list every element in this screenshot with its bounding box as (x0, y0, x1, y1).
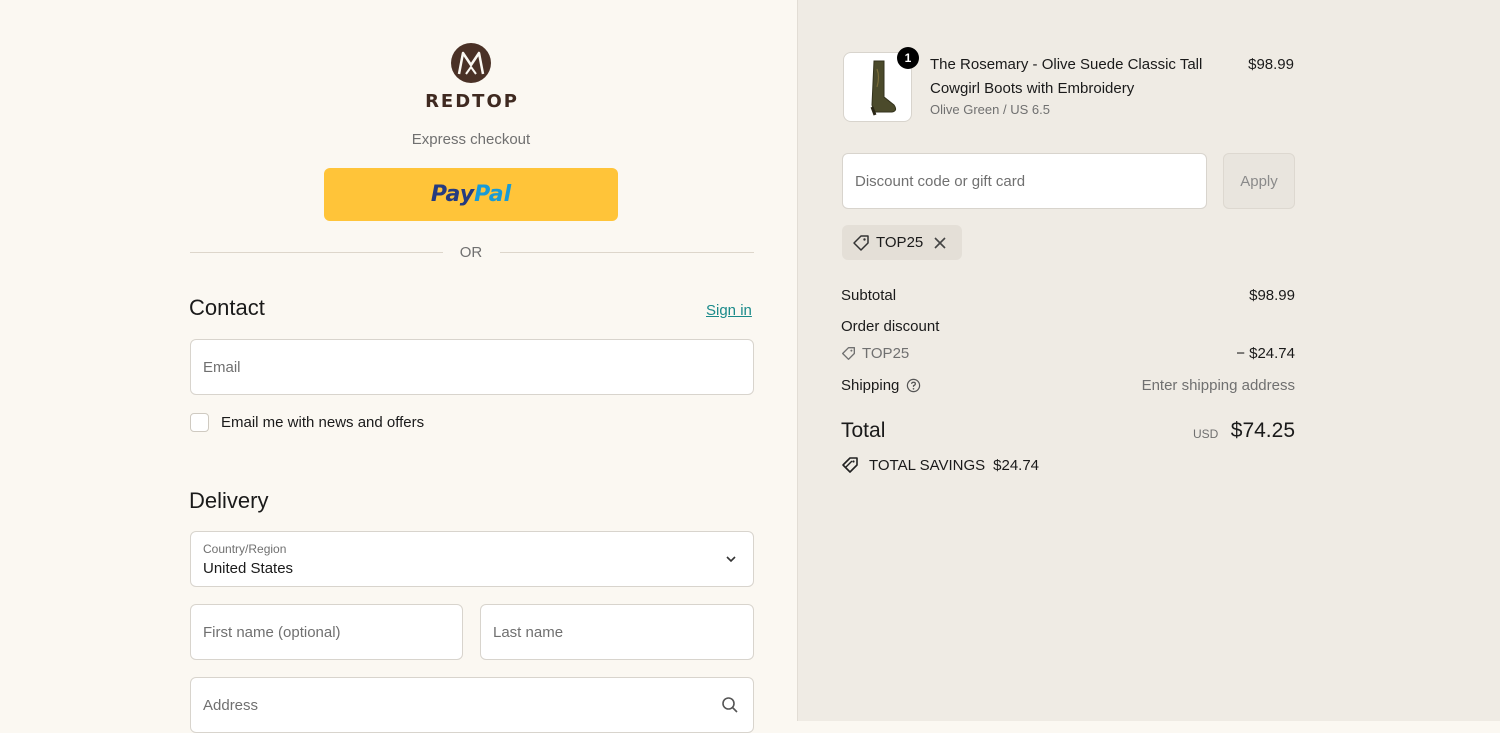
search-icon (721, 696, 739, 718)
remove-discount-close-icon[interactable] (933, 236, 947, 250)
brand-logo-icon[interactable] (451, 43, 491, 83)
savings-tag-icon (841, 456, 861, 474)
discount-code-row: TOP25 − $24.74 (841, 345, 1295, 365)
discount-code-label: TOP25 (862, 345, 910, 362)
address-placeholder: Address (203, 697, 259, 714)
newsletter-label: Email me with news and offers (221, 414, 425, 431)
paypal-button[interactable]: Pay Pal (324, 168, 618, 221)
shipping-label: Shipping (841, 377, 900, 394)
first-name-placeholder: First name (optional) (203, 624, 341, 641)
subtotal-row: Subtotal $98.99 (841, 287, 1295, 304)
subtotal-label: Subtotal (841, 287, 897, 304)
divider-or: OR (459, 244, 483, 261)
order-discount-label: Order discount (841, 318, 940, 335)
apply-discount-button[interactable]: Apply (1223, 153, 1295, 209)
newsletter-checkbox[interactable] (190, 413, 209, 432)
last-name-field[interactable]: Last name (480, 604, 754, 660)
divider-left (190, 252, 443, 253)
help-circle-icon[interactable] (906, 378, 921, 393)
shipping-row: Shipping Enter shipping address (841, 377, 1295, 394)
total-label: Total (841, 419, 886, 442)
contact-heading: Contact (189, 295, 265, 320)
savings-label: TOTAL SAVINGS (869, 456, 986, 474)
last-name-placeholder: Last name (493, 624, 564, 641)
divider-right (500, 252, 754, 253)
applied-discount-chip: TOP25 (842, 225, 962, 260)
product-variant: Olive Green / US 6.5 (930, 102, 1050, 117)
product-price: $98.99 (1248, 56, 1294, 73)
country-value: United States (203, 560, 294, 577)
shipping-value: Enter shipping address (1141, 377, 1295, 394)
email-field[interactable]: Email (190, 339, 754, 395)
email-placeholder: Email (203, 359, 241, 376)
order-discount-row: Order discount (841, 318, 1295, 335)
sign-in-link[interactable]: Sign in (706, 302, 752, 319)
country-select[interactable]: Country/Region United States (190, 531, 754, 587)
product-name: The Rosemary - Olive Suede Classic Tall … (930, 56, 1203, 97)
total-value: $74.25 (1230, 419, 1295, 442)
subtotal-value: $98.99 (1249, 287, 1295, 304)
brand-name[interactable]: REDTOP (415, 91, 529, 112)
address-field[interactable]: Address (190, 677, 754, 733)
tag-icon (852, 234, 870, 252)
quantity-badge: 1 (897, 47, 919, 69)
discount-placeholder: Discount code or gift card (855, 173, 1026, 190)
total-currency: USD (1193, 427, 1219, 441)
chevron-down-icon (725, 552, 737, 569)
express-checkout-label: Express checkout (411, 131, 531, 148)
discount-value: − $24.74 (1236, 345, 1295, 362)
paypal-logo-part1: Pay (430, 182, 475, 207)
discount-code-input[interactable]: Discount code or gift card (842, 153, 1207, 209)
savings-value: $24.74 (993, 456, 1040, 474)
first-name-field[interactable]: First name (optional) (190, 604, 463, 660)
tag-small-icon (841, 346, 856, 361)
total-savings-row: TOTAL SAVINGS $24.74 (841, 456, 1039, 474)
paypal-logo-part2: Pal (474, 182, 512, 207)
checkout-form-panel: REDTOP Express checkout Pay Pal OR Contac… (0, 0, 797, 733)
applied-code: TOP25 (876, 234, 924, 251)
country-label: Country/Region (203, 542, 287, 556)
delivery-heading: Delivery (189, 488, 269, 513)
